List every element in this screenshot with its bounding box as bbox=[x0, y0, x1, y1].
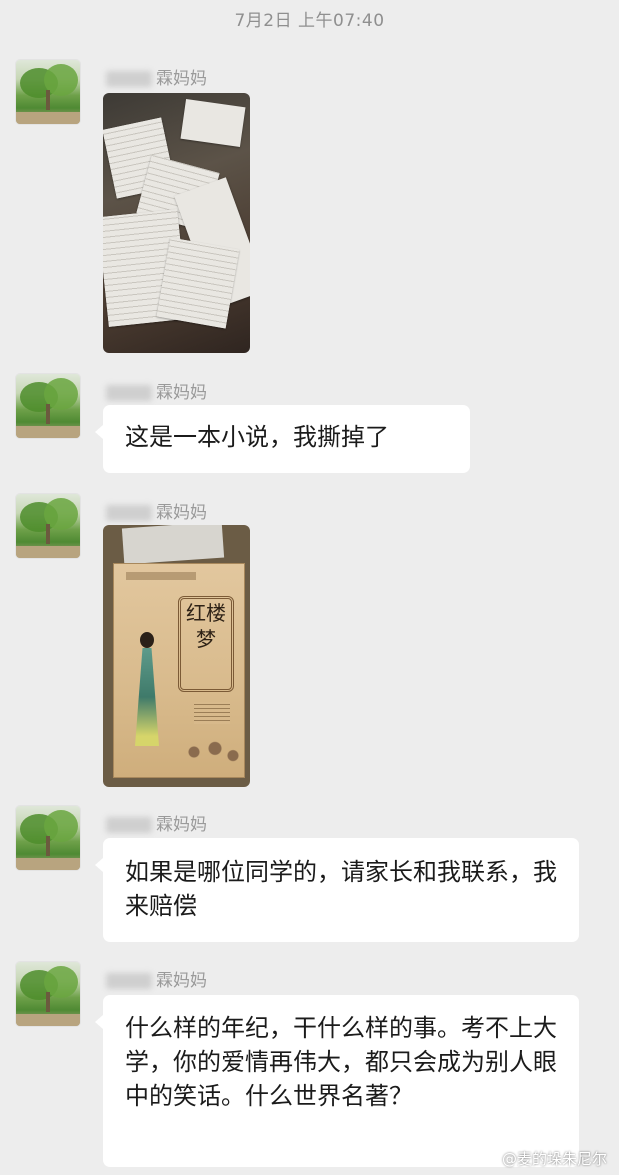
sender-name: 霖妈妈 bbox=[106, 498, 207, 523]
book-cover-image[interactable]: 红楼梦 bbox=[103, 525, 250, 787]
message-timestamp: 7月2日 上午07:40 bbox=[234, 11, 385, 31]
watermark: @麦的垛朱尼尔 bbox=[501, 1150, 607, 1168]
book-title: 红楼梦 bbox=[186, 601, 226, 651]
sender-avatar[interactable] bbox=[16, 494, 80, 558]
sender-avatar[interactable] bbox=[16, 60, 80, 124]
message-bubble[interactable]: 这是一本小说，我撕掉了 bbox=[95, 405, 470, 473]
message-text: 如果是哪位同学的，请家长和我联系，我来赔偿 bbox=[125, 858, 557, 920]
torn-pages-image[interactable] bbox=[103, 93, 250, 353]
message-text: 这是一本小说，我撕掉了 bbox=[125, 423, 389, 451]
sender-name: 霖妈妈 bbox=[106, 810, 207, 835]
message-text: 什么样的年纪，干什么样的事。考不上大学，你的爱情再伟大，都只会成为别人眼中的笑话… bbox=[125, 1014, 557, 1110]
sender-avatar[interactable] bbox=[16, 962, 80, 1026]
message-bubble[interactable]: 如果是哪位同学的，请家长和我联系，我来赔偿 bbox=[95, 838, 579, 942]
message-bubble[interactable]: 什么样的年纪，干什么样的事。考不上大学，你的爱情再伟大，都只会成为别人眼中的笑话… bbox=[95, 995, 579, 1167]
sender-name: 霖妈妈 bbox=[106, 378, 207, 403]
sender-avatar[interactable] bbox=[16, 374, 80, 438]
sender-name: 霖妈妈 bbox=[106, 966, 207, 991]
sender-name: 霖妈妈 bbox=[106, 64, 207, 89]
sender-avatar[interactable] bbox=[16, 806, 80, 870]
